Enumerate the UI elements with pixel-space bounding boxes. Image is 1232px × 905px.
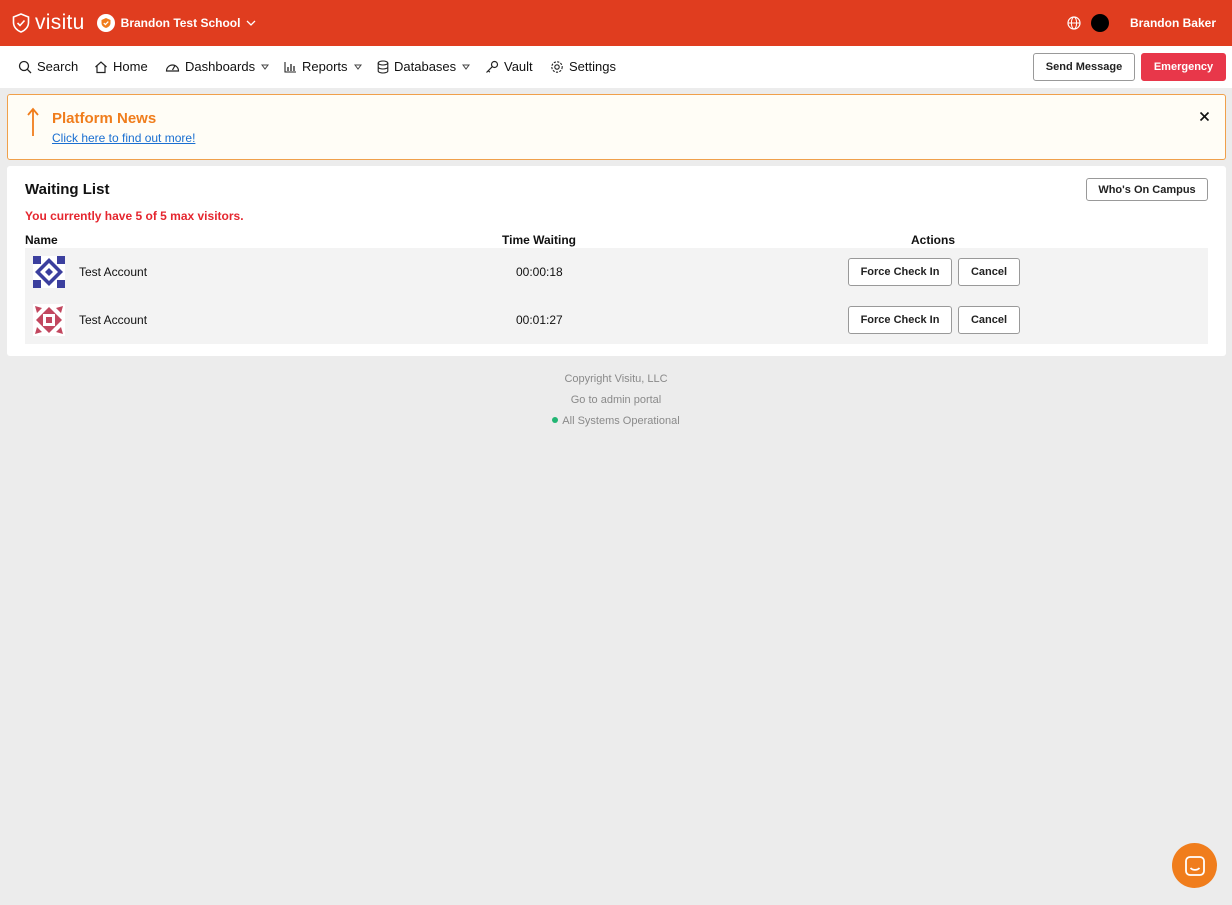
news-title: Platform News [52, 110, 157, 127]
nav-settings-label: Settings [569, 59, 616, 74]
table-row: Test Account 00:00:18 Force Check In Can… [25, 248, 1208, 296]
gear-icon [550, 60, 564, 74]
news-link[interactable]: Click here to find out more! [52, 131, 195, 145]
user-menu[interactable]: Brandon Baker [1130, 16, 1216, 30]
waiting-list-card: Waiting List Who's On Campus You current… [7, 166, 1226, 356]
caret-down-icon [353, 64, 362, 70]
admin-portal-link[interactable]: Go to admin portal [0, 394, 1232, 406]
force-check-in-button[interactable]: Force Check In [848, 306, 952, 334]
status-dot [552, 417, 559, 424]
visitor-avatar [33, 304, 65, 336]
arrow-up-icon [25, 107, 41, 142]
search-icon [18, 60, 32, 74]
main-nav: Search Home Dashboards Reports Databases… [0, 46, 1232, 88]
user-avatar[interactable] [1090, 14, 1109, 32]
capacity-warning: You currently have 5 of 5 max visitors. [25, 209, 244, 223]
school-name: Brandon Test School [120, 16, 241, 30]
nav-vault[interactable]: Vault [485, 59, 533, 74]
emergency-button[interactable]: Emergency [1141, 53, 1226, 81]
column-header-actions: Actions [911, 233, 956, 247]
bar-chart-icon [284, 61, 297, 73]
nav-reports-label: Reports [302, 59, 348, 74]
nav-search-label: Search [37, 59, 79, 74]
column-header-name: Name [25, 233, 58, 247]
chat-icon [1184, 855, 1206, 877]
school-switcher[interactable]: Brandon Test School [96, 14, 257, 32]
nav-home-label: Home [113, 59, 148, 74]
key-icon [485, 60, 499, 74]
time-waiting: 00:01:27 [516, 313, 563, 327]
nav-databases[interactable]: Databases [377, 59, 471, 74]
cancel-button[interactable]: Cancel [958, 306, 1020, 334]
database-icon [377, 59, 389, 74]
top-bar: visitu Brandon Test School Brandon Baker [0, 0, 1232, 46]
page-title: Waiting List [25, 181, 110, 198]
force-check-in-button[interactable]: Force Check In [848, 258, 952, 286]
shield-check-icon [12, 13, 30, 33]
chat-launcher-button[interactable] [1172, 843, 1217, 888]
nav-reports[interactable]: Reports [284, 59, 362, 74]
nav-dashboards[interactable]: Dashboards [165, 59, 270, 74]
cancel-button[interactable]: Cancel [958, 258, 1020, 286]
nav-home[interactable]: Home [94, 59, 148, 74]
brand-logo[interactable]: visitu [12, 11, 85, 35]
caret-down-icon [261, 64, 270, 70]
gauge-icon [165, 60, 180, 74]
time-waiting: 00:00:18 [516, 265, 563, 279]
nav-dashboards-label: Dashboards [185, 59, 256, 74]
nav-search[interactable]: Search [18, 59, 78, 74]
caret-down-icon [462, 64, 471, 70]
table-row: Test Account 00:01:27 Force Check In Can… [25, 296, 1208, 344]
visitor-avatar [33, 256, 65, 288]
footer-copyright: Copyright Visitu, LLC [564, 373, 668, 385]
whos-on-campus-button[interactable]: Who's On Campus [1086, 178, 1208, 201]
nav-databases-label: Databases [394, 59, 457, 74]
close-icon[interactable] [1199, 109, 1210, 127]
column-header-time-waiting: Time Waiting [502, 233, 577, 247]
chevron-down-icon [246, 20, 256, 26]
nav-vault-label: Vault [504, 59, 533, 74]
system-status: All Systems Operational [0, 415, 1232, 427]
system-status-label: All Systems Operational [562, 415, 680, 427]
school-badge-icon [96, 14, 115, 32]
home-icon [94, 60, 108, 74]
platform-news-banner: Platform News Click here to find out mor… [7, 94, 1226, 160]
globe-icon[interactable] [1067, 16, 1081, 30]
brand-name: visitu [35, 11, 85, 34]
visitor-name: Test Account [79, 313, 148, 327]
send-message-button[interactable]: Send Message [1033, 53, 1135, 81]
nav-settings[interactable]: Settings [550, 59, 616, 74]
visitor-name: Test Account [79, 265, 148, 279]
